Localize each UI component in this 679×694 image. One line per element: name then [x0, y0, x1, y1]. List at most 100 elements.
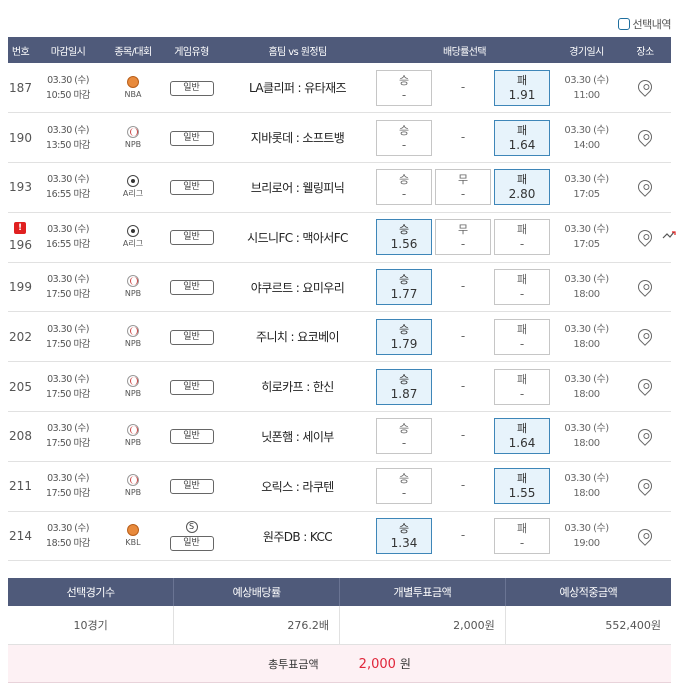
odds-cell: 승 -- 패 1.64	[375, 411, 554, 462]
place-cell	[619, 361, 671, 413]
league-name: NPB	[124, 338, 142, 348]
odds-value: 2.80	[508, 187, 536, 202]
league-name: NPB	[124, 438, 142, 448]
odds-label: 패	[516, 422, 528, 436]
game-type-badge: 일반	[169, 536, 214, 552]
league-name: NPB	[124, 289, 142, 299]
location-pin-icon[interactable]	[635, 376, 655, 397]
game-time-cell: 03.30 (수) 18:00	[554, 411, 619, 462]
odds-draw-unavailable: -	[435, 418, 491, 454]
game-type-cell: 일반	[163, 411, 220, 462]
summary-odds: 276.2배	[173, 606, 340, 645]
odds-lose-button[interactable]: 패 1.64	[494, 119, 550, 156]
deadline-cell: 03.30 (수) 18:50 마감	[33, 511, 103, 562]
deadline-date: 03.30 (수)	[47, 274, 89, 286]
odds-label: 승	[398, 173, 410, 187]
summary-stake: 2,000원	[339, 606, 506, 645]
odds-win-button[interactable]: 승 1.34	[376, 518, 432, 555]
location-pin-icon[interactable]	[635, 77, 655, 98]
odds-lose-button[interactable]: 패 -	[494, 269, 550, 306]
game-type-cell: 일반	[163, 361, 220, 413]
odds-group: 승 1.34 - 패 -	[375, 518, 554, 555]
odds-lose-button[interactable]: 패 -	[494, 318, 550, 355]
deadline-cell: 03.30 (수) 16:55 마감	[33, 162, 103, 213]
league-name: A리그	[122, 189, 144, 199]
trend-chart-icon[interactable]	[662, 229, 678, 241]
baseball-icon	[127, 324, 139, 337]
header-match: 홈팀 vs 원정팀	[220, 37, 375, 63]
game-time: 18:00	[573, 388, 600, 400]
game-number-cell: 190	[8, 112, 33, 164]
location-pin-icon[interactable]	[635, 226, 655, 247]
match-teams: 오릭스 : 라쿠텐	[220, 461, 375, 512]
odds-lose-button[interactable]: 패 -	[494, 368, 550, 405]
odds-group: 승 1.56 무 - 패 -	[375, 219, 554, 256]
deadline-time: 17:50 마감	[46, 388, 90, 400]
odds-value: -	[460, 528, 466, 543]
soccer-icon	[127, 175, 139, 188]
game-date: 03.30 (수)	[564, 124, 609, 136]
location-pin-icon[interactable]	[635, 276, 655, 297]
odds-value: -	[460, 328, 466, 343]
location-pin-icon[interactable]	[635, 326, 655, 347]
game-time: 18:00	[573, 338, 600, 350]
place-cell	[619, 511, 671, 562]
location-pin-icon[interactable]	[635, 127, 655, 148]
match-teams: LA클리퍼 : 유타재즈	[220, 63, 375, 114]
game-number: 196	[9, 238, 32, 253]
odds-lose-button[interactable]: 패 -	[494, 518, 550, 555]
checkbox-icon[interactable]	[617, 18, 630, 30]
deadline-time: 18:50 마감	[46, 538, 90, 550]
game-type-cell: 일반	[163, 162, 220, 213]
game-number: 190	[9, 130, 32, 145]
game-type-badge: 일반	[169, 429, 214, 445]
select-history-label: 선택내역	[632, 18, 672, 31]
odds-value: -	[401, 87, 407, 102]
basketball-icon	[127, 524, 139, 537]
odds-lose-button[interactable]: 패 2.80	[494, 169, 550, 206]
summary-header-stake: 개별투표금액	[339, 578, 506, 606]
select-history-toggle[interactable]: 선택내역	[617, 16, 672, 32]
odds-win-button[interactable]: 승 -	[376, 468, 432, 505]
odds-label: 패	[516, 73, 528, 87]
odds-draw-button[interactable]: 무 -	[435, 219, 491, 256]
game-row: 214 03.30 (수) 18:50 마감 KBL S 일반 원주DB : K…	[8, 511, 671, 562]
deadline-cell: 03.30 (수) 17:50 마감	[33, 411, 103, 462]
game-date: 03.30 (수)	[564, 473, 609, 485]
odds-lose-button[interactable]: 패 1.64	[494, 418, 550, 455]
odds-label: 무	[457, 173, 469, 187]
odds-label: 패	[516, 223, 528, 237]
match-teams: 원주DB : KCC	[220, 511, 375, 562]
league-name: NPB	[124, 388, 142, 398]
match-teams: 주니치 : 요코베이	[220, 311, 375, 363]
odds-win-button[interactable]: 승 1.87	[376, 368, 432, 405]
total-label: 총투표금액	[268, 657, 319, 671]
place-cell	[619, 112, 671, 164]
odds-lose-button[interactable]: 패 1.55	[494, 468, 550, 505]
place-cell	[619, 411, 671, 462]
location-pin-icon[interactable]	[635, 525, 655, 546]
location-pin-icon[interactable]	[635, 177, 655, 197]
odds-win-button[interactable]: 승 -	[376, 418, 432, 455]
odds-win-button[interactable]: 승 1.77	[376, 269, 432, 306]
odds-lose-button[interactable]: 패 1.91	[494, 69, 550, 106]
place-cell	[619, 461, 671, 512]
game-row: 193 03.30 (수) 16:55 마감 A리그 일반 브리로어 : 웰링피…	[8, 162, 671, 213]
place-cell	[619, 63, 671, 114]
odds-win-button[interactable]: 승 1.79	[376, 318, 432, 355]
basketball-icon	[127, 75, 139, 88]
summary-header-payout: 예상적중금액	[505, 578, 671, 606]
odds-win-button[interactable]: 승 -	[376, 119, 432, 156]
odds-label: 패	[516, 372, 528, 386]
odds-lose-button[interactable]: 패 -	[494, 219, 550, 256]
game-time-cell: 03.30 (수) 17:05	[554, 162, 619, 213]
game-type-cell: 일반	[163, 63, 220, 114]
location-pin-icon[interactable]	[635, 475, 655, 496]
odds-win-button[interactable]: 승 1.56	[376, 219, 432, 256]
odds-win-button[interactable]: 승 -	[376, 69, 432, 106]
location-pin-icon[interactable]	[635, 426, 655, 446]
game-time-cell: 03.30 (수) 19:00	[554, 511, 619, 562]
odds-win-button[interactable]: 승 -	[376, 169, 432, 206]
game-type-badge: 일반	[169, 479, 214, 495]
odds-draw-button[interactable]: 무 -	[435, 169, 491, 206]
